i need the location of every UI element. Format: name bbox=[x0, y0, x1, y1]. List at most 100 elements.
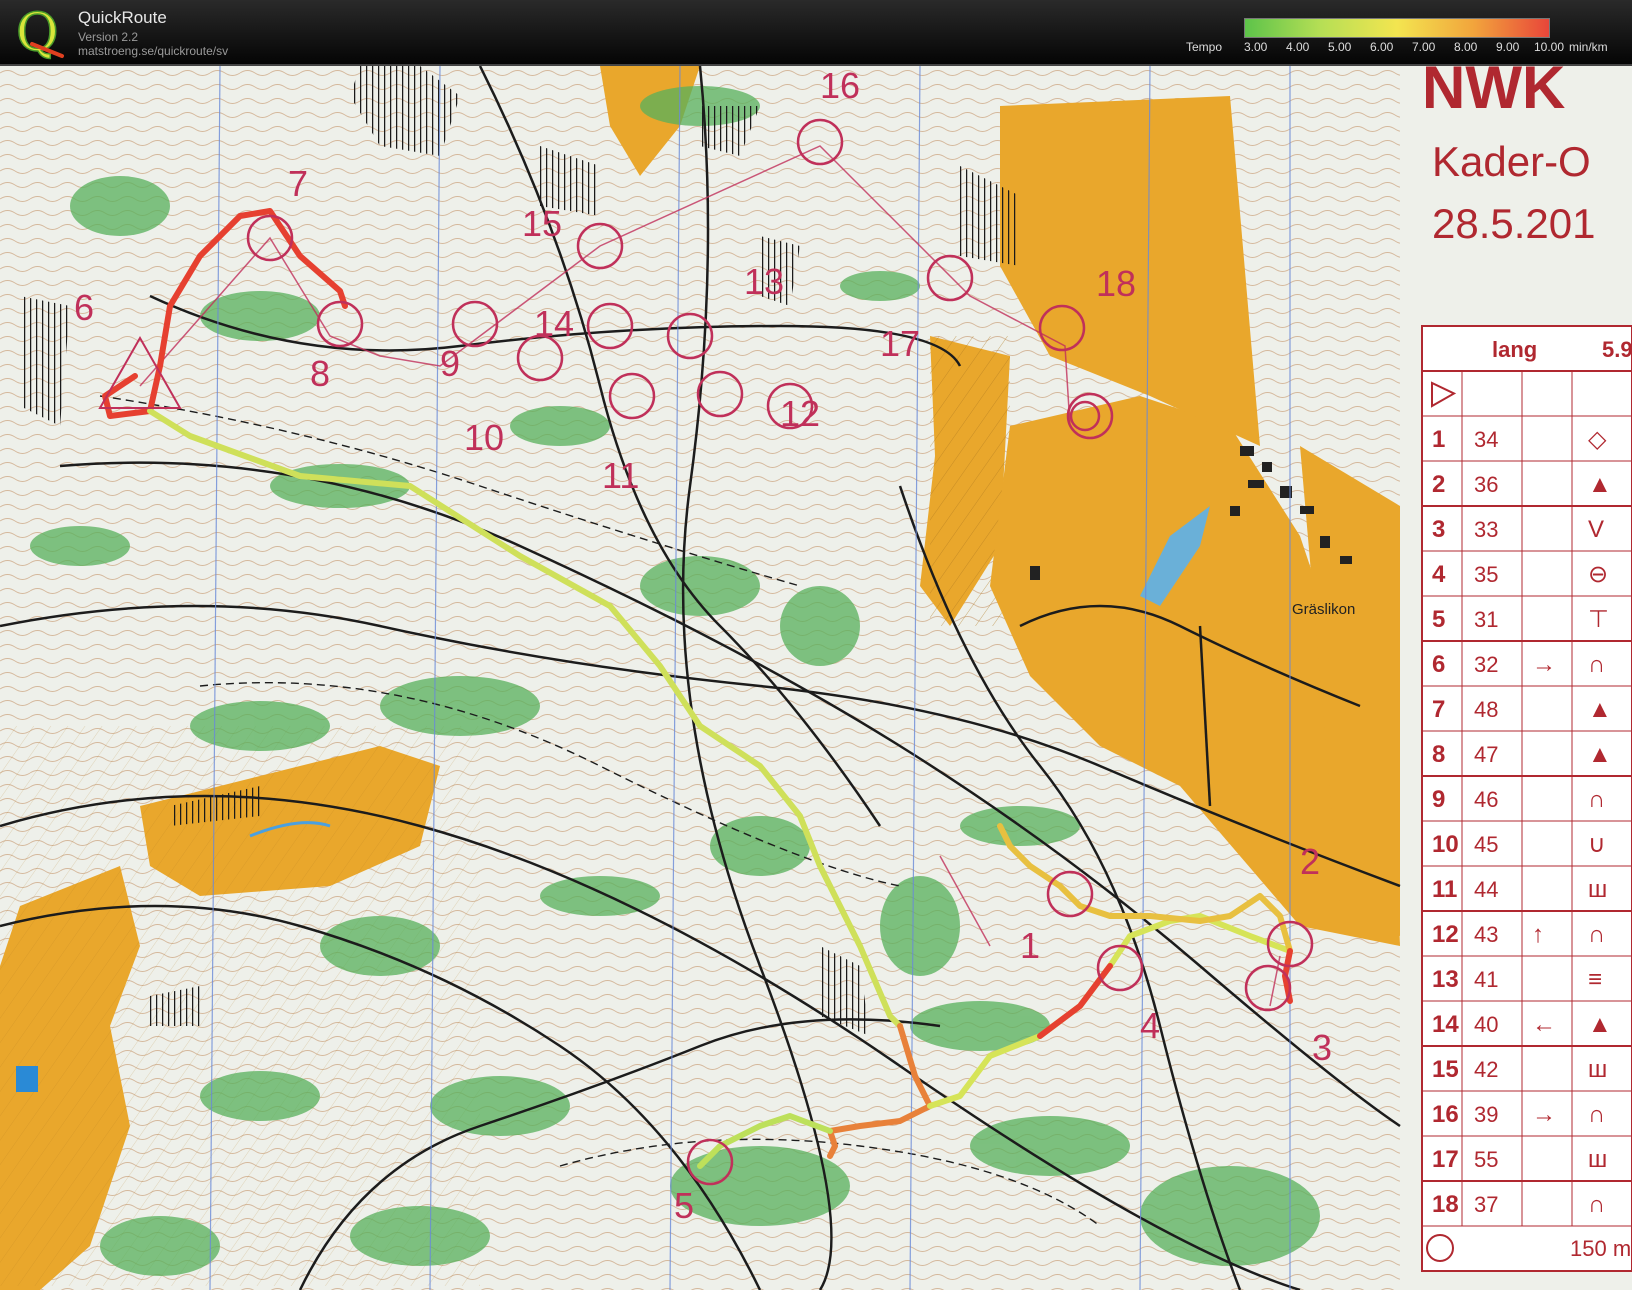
table-row-symbol: ∩ bbox=[1588, 1191, 1605, 1218]
control-number: 8 bbox=[310, 353, 330, 394]
table-footer-distance: 150 m bbox=[1570, 1236, 1631, 1261]
control-number: 12 bbox=[780, 393, 820, 434]
table-row-number: 10 bbox=[1432, 831, 1459, 858]
table-row-symbol: ∩ bbox=[1588, 1101, 1605, 1128]
map-date: 28.5.201 bbox=[1432, 200, 1596, 247]
table-row-code: 48 bbox=[1474, 697, 1498, 722]
table-row-number: 5 bbox=[1432, 606, 1445, 633]
control-number: 13 bbox=[744, 261, 784, 302]
table-row-code: 46 bbox=[1474, 787, 1498, 812]
legend-label: Tempo bbox=[1186, 40, 1223, 54]
legend-tick: 5.00 bbox=[1328, 40, 1352, 54]
control-number: 2 bbox=[1300, 841, 1320, 882]
table-row-symbol: ◇ bbox=[1588, 426, 1607, 453]
control-number: 18 bbox=[1096, 263, 1136, 304]
table-row-symbol: ∩ bbox=[1588, 651, 1605, 678]
table-row-direction: ← bbox=[1532, 1011, 1556, 1038]
legend-tick: 8.00 bbox=[1454, 40, 1478, 54]
legend-unit: min/km bbox=[1569, 40, 1608, 54]
table-row-number: 13 bbox=[1432, 966, 1459, 993]
control-number: 10 bbox=[464, 417, 504, 458]
legend-tick: 9.00 bbox=[1496, 40, 1520, 54]
table-row-code: 39 bbox=[1474, 1102, 1498, 1127]
table-row-number: 3 bbox=[1432, 516, 1445, 543]
table-row-code: 36 bbox=[1474, 472, 1498, 497]
legend-tick: 7.00 bbox=[1412, 40, 1436, 54]
control-number: 7 bbox=[288, 163, 308, 204]
table-row-code: 37 bbox=[1474, 1192, 1498, 1217]
table-row-code: 42 bbox=[1474, 1057, 1498, 1082]
app-header: Q QuickRoute Version 2.2 matstroeng.se/q… bbox=[0, 0, 1632, 66]
table-row-code: 47 bbox=[1474, 742, 1498, 767]
table-row-symbol: ▲ bbox=[1588, 696, 1612, 723]
control-number: 11 bbox=[602, 455, 639, 496]
table-row-symbol: ш bbox=[1588, 1146, 1607, 1173]
table-row-code: 44 bbox=[1474, 877, 1498, 902]
control-number: 14 bbox=[534, 303, 574, 344]
table-header-course: lang bbox=[1492, 337, 1537, 362]
table-header-length: 5.9 bbox=[1602, 337, 1632, 362]
control-number: 16 bbox=[820, 66, 860, 106]
control-number: 9 bbox=[440, 343, 460, 384]
control-number: 6 bbox=[74, 287, 94, 328]
table-row-number: 11 bbox=[1432, 876, 1457, 903]
table-row-symbol: ш bbox=[1588, 876, 1607, 903]
table-row-number: 8 bbox=[1432, 741, 1445, 768]
table-row-code: 55 bbox=[1474, 1147, 1498, 1172]
table-row-symbol: ∪ bbox=[1588, 831, 1606, 858]
legend-tick: 4.00 bbox=[1286, 40, 1310, 54]
pace-legend-bar bbox=[1244, 18, 1550, 38]
table-row-symbol: ▲ bbox=[1588, 471, 1612, 498]
control-number: 17 bbox=[880, 323, 920, 364]
table-row-number: 15 bbox=[1432, 1056, 1459, 1083]
table-row-code: 41 bbox=[1474, 967, 1498, 992]
table-row-symbol: ш bbox=[1588, 1056, 1607, 1083]
control-number: 4 bbox=[1140, 1005, 1160, 1046]
control-number: 15 bbox=[522, 203, 562, 244]
table-row-code: 35 bbox=[1474, 562, 1498, 587]
app-url[interactable]: matstroeng.se/quickroute/sv bbox=[78, 44, 228, 58]
table-row-code: 40 bbox=[1474, 1012, 1498, 1037]
map-title: NWK bbox=[1422, 66, 1565, 121]
table-row-number: 1 bbox=[1432, 426, 1445, 453]
table-row-symbol: ≡ bbox=[1588, 966, 1602, 993]
table-row-code: 33 bbox=[1474, 517, 1498, 542]
table-row-number: 4 bbox=[1432, 561, 1446, 588]
table-row-number: 2 bbox=[1432, 471, 1445, 498]
legend-tick: 6.00 bbox=[1370, 40, 1394, 54]
table-row-symbol: ⊤ bbox=[1588, 606, 1609, 633]
table-row-number: 16 bbox=[1432, 1101, 1459, 1128]
app-version: Version 2.2 bbox=[78, 30, 139, 44]
table-row-symbol: ▲ bbox=[1588, 1011, 1612, 1038]
legend-tick: 10.00 bbox=[1534, 40, 1565, 54]
table-row-number: 18 bbox=[1432, 1191, 1459, 1218]
table-row-symbol: ∩ bbox=[1588, 921, 1605, 948]
table-row-direction: → bbox=[1532, 651, 1556, 678]
table-row-code: 32 bbox=[1474, 652, 1498, 677]
place-label: Gräslikon bbox=[1292, 601, 1355, 618]
table-row-number: 9 bbox=[1432, 786, 1445, 813]
quickroute-logo-icon: Q bbox=[15, 4, 64, 60]
table-row-direction: → bbox=[1532, 1101, 1556, 1128]
table-row-symbol: V bbox=[1588, 516, 1604, 543]
table-row-symbol: ∩ bbox=[1588, 786, 1605, 813]
table-row-code: 45 bbox=[1474, 832, 1498, 857]
table-row-symbol: ⊖ bbox=[1588, 561, 1608, 588]
table-row-number: 17 bbox=[1432, 1146, 1459, 1173]
control-number: 1 bbox=[1020, 925, 1040, 966]
app-title: QuickRoute bbox=[78, 8, 167, 27]
table-row-symbol: ▲ bbox=[1588, 741, 1612, 768]
table-row-code: 34 bbox=[1474, 427, 1498, 452]
table-row-number: 14 bbox=[1432, 1011, 1459, 1038]
map-subtitle: Kader-O bbox=[1432, 138, 1591, 185]
table-row-number: 7 bbox=[1432, 696, 1445, 723]
table-row-code: 43 bbox=[1474, 922, 1498, 947]
orienteering-map[interactable]: 1 2 3 4 5 6 7 8 9 10 11 12 13 14 15 16 1… bbox=[0, 66, 1632, 1290]
legend-tick: 3.00 bbox=[1244, 40, 1268, 54]
table-row-code: 31 bbox=[1474, 607, 1498, 632]
table-row-direction: ↑ bbox=[1532, 921, 1544, 948]
control-description-table: lang 5.91 34 ◇2 36 ▲3 33 V4 35 ⊖5 31 ⊤6 32 → ∩7 48 ▲8 47 ▲… bbox=[1421, 325, 1632, 1272]
table-row-number: 6 bbox=[1432, 651, 1445, 678]
table-row-number: 12 bbox=[1432, 921, 1459, 948]
control-number: 3 bbox=[1312, 1027, 1332, 1068]
